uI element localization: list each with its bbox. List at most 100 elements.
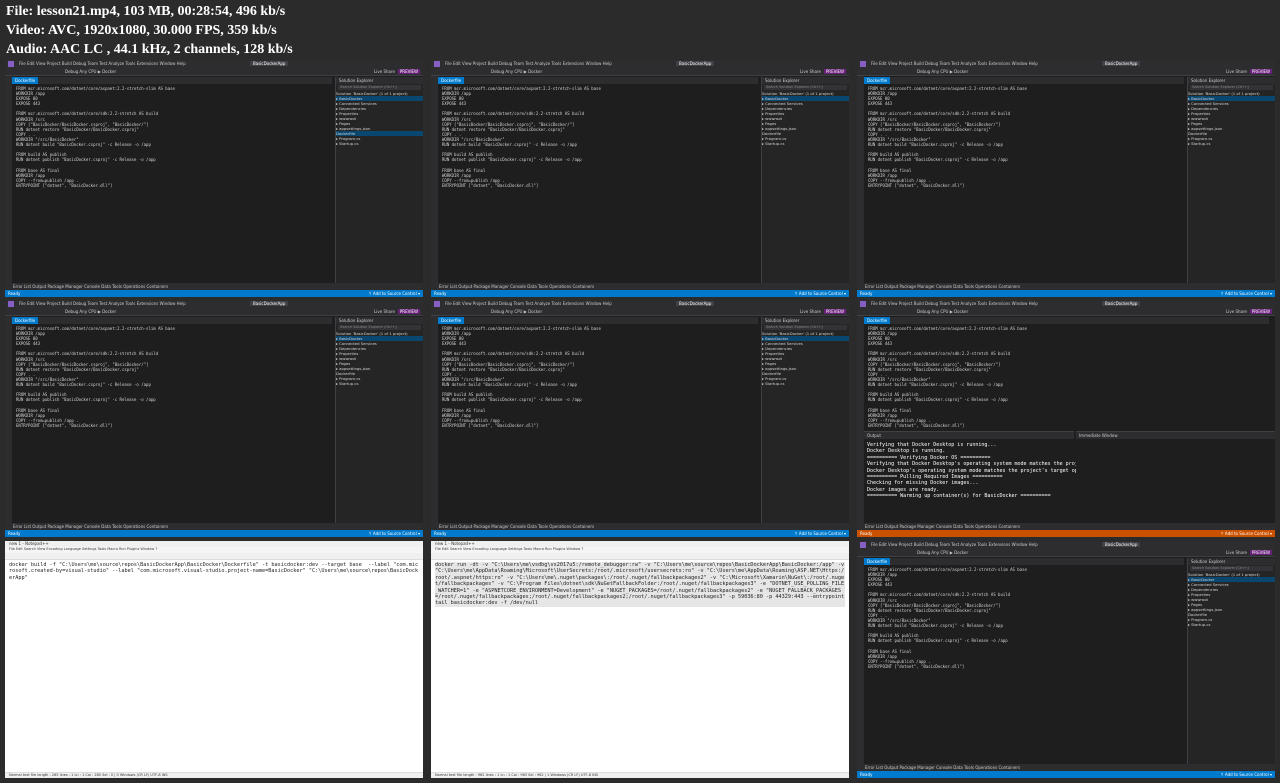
notepad-text[interactable]: docker build -f "C:\Users\me\source\repo… — [9, 562, 419, 581]
title-bar: File Edit View Project Build Debug Team … — [431, 60, 849, 68]
tree-item[interactable]: ▸ Startup.cs — [1188, 622, 1275, 627]
toolbar: Debug Any CPU ▶ Docker Live Share PREVIEW — [857, 308, 1275, 316]
tree-item[interactable]: ▸ Startup.cs — [762, 141, 849, 146]
menu-bar[interactable]: File Edit View Project Build Debug Team … — [871, 542, 1038, 547]
bottom-tab-labels[interactable]: Error List Output Package Manager Consol… — [439, 524, 594, 529]
source-control-button[interactable]: ↑ Add to Source Control ▾ — [1220, 531, 1272, 536]
tab-dockerfile[interactable]: Dockerfile — [12, 317, 39, 324]
code-editor[interactable]: FROM mcr.microsoft.com/dotnet/core/aspne… — [864, 84, 1184, 283]
bottom-tabs: Error List Output Package Manager Consol… — [431, 523, 849, 530]
tab-bar: Dockerfile — [864, 317, 1269, 324]
app-title: BasicDockerApp — [1102, 542, 1141, 547]
solution-search[interactable]: Search Solution Explorer (Ctrl+;) — [338, 325, 421, 330]
solution-explorer-title: Solution Explorer — [762, 77, 849, 84]
thumbnail-1[interactable]: File Edit View Project Build Debug Team … — [5, 60, 423, 297]
thumbnail-9[interactable]: File Edit View Project Build Debug Team … — [857, 541, 1275, 778]
toolbar-debug[interactable]: Debug Any CPU ▶ Docker — [917, 550, 968, 555]
source-control-button[interactable]: ↑ Add to Source Control ▾ — [1220, 291, 1272, 296]
solution-search[interactable]: Search Solution Explorer (Ctrl+;) — [338, 85, 421, 90]
solution-search[interactable]: Search Solution Explorer (Ctrl+;) — [764, 85, 847, 90]
toolbar-debug[interactable]: Debug Any CPU ▶ Docker — [65, 309, 116, 314]
live-share-button[interactable]: Live Share — [1226, 69, 1247, 74]
menu-bar[interactable]: File Edit View Project Build Debug Team … — [19, 301, 186, 306]
live-share-button[interactable]: Live Share — [374, 309, 395, 314]
menu-bar[interactable]: File Edit View Project Build Debug Team … — [871, 301, 1038, 306]
tree-item[interactable]: ▸ Startup.cs — [762, 381, 849, 386]
menu-bar[interactable]: File Edit View Project Build Debug Team … — [19, 61, 186, 66]
bottom-tabs: Error List Output Package Manager Consol… — [5, 523, 423, 530]
tab-dockerfile[interactable]: Dockerfile — [438, 77, 465, 84]
tab-dockerfile[interactable]: Dockerfile — [438, 317, 465, 324]
bottom-tab-labels[interactable]: Error List Output Package Manager Consol… — [865, 765, 1020, 770]
tab-dockerfile[interactable]: Dockerfile — [864, 77, 891, 84]
solution-search[interactable]: Search Solution Explorer (Ctrl+;) — [764, 325, 847, 330]
tab-dockerfile[interactable]: Dockerfile — [864, 317, 891, 324]
code-editor[interactable]: FROM mcr.microsoft.com/dotnet/core/aspne… — [12, 84, 332, 283]
tree-item[interactable]: ▸ Startup.cs — [336, 381, 423, 386]
toolbar-debug[interactable]: Debug Any CPU ▶ Docker — [491, 69, 542, 74]
solution-explorer: Solution Explorer Search Solution Explor… — [1187, 558, 1275, 764]
dockerfile-code: FROM mcr.microsoft.com/dotnet/core/aspne… — [16, 86, 175, 188]
preview-badge: PREVIEW — [1249, 550, 1272, 555]
source-control-button[interactable]: ↑ Add to Source Control ▾ — [368, 291, 420, 296]
bottom-tab-labels[interactable]: Error List Output Package Manager Consol… — [865, 524, 1020, 529]
code-editor[interactable]: FROM mcr.microsoft.com/dotnet/core/aspne… — [438, 84, 758, 283]
notepad-status: Normal text file length : 962 lines : 1 … — [431, 772, 849, 778]
code-editor[interactable]: FROM mcr.microsoft.com/dotnet/core/aspne… — [864, 565, 1184, 764]
status-bar: Ready ↑ Add to Source Control ▾ — [857, 771, 1275, 778]
status-bar: Ready ↑ Add to Source Control ▾ — [431, 530, 849, 537]
thumbnail-6[interactable]: File Edit View Project Build Debug Team … — [857, 300, 1275, 537]
solution-explorer-title: Solution Explorer — [1188, 77, 1275, 84]
bottom-tab-labels[interactable]: Error List Output Package Manager Consol… — [865, 284, 1020, 289]
source-control-button[interactable]: ↑ Add to Source Control ▾ — [794, 291, 846, 296]
solution-search[interactable]: Search Solution Explorer (Ctrl+;) — [1190, 566, 1273, 571]
tab-dockerfile[interactable]: Dockerfile — [12, 77, 39, 84]
live-share-button[interactable]: Live Share — [800, 309, 821, 314]
code-editor[interactable]: FROM mcr.microsoft.com/dotnet/core/aspne… — [864, 324, 1269, 431]
bottom-tab-labels[interactable]: Error List Output Package Manager Consol… — [439, 284, 594, 289]
tab-dockerfile[interactable]: Dockerfile — [864, 558, 891, 565]
side-strip — [431, 316, 438, 523]
source-control-button[interactable]: ↑ Add to Source Control ▾ — [794, 531, 846, 536]
vs-logo-icon — [860, 542, 866, 548]
preview-badge: PREVIEW — [397, 69, 420, 74]
title-bar: File Edit View Project Build Debug Team … — [857, 541, 1275, 549]
tree-item[interactable]: ▸ Startup.cs — [336, 141, 423, 146]
thumbnail-5[interactable]: File Edit View Project Build Debug Team … — [431, 300, 849, 537]
status-bar: Ready ↑ Add to Source Control ▾ — [5, 530, 423, 537]
live-share-button[interactable]: Live Share — [374, 69, 395, 74]
notepad-text[interactable]: docker run -dt -v "C:\Users\me\vsdbg\vs2… — [435, 562, 845, 607]
live-share-button[interactable]: Live Share — [1226, 550, 1247, 555]
output-title: Output — [864, 432, 1074, 439]
source-control-button[interactable]: ↑ Add to Source Control ▾ — [368, 531, 420, 536]
toolbar-debug[interactable]: Debug Any CPU ▶ Docker — [917, 69, 968, 74]
thumbnail-2[interactable]: File Edit View Project Build Debug Team … — [431, 60, 849, 297]
solution-explorer-title: Solution Explorer — [762, 317, 849, 324]
menu-bar[interactable]: File Edit View Project Build Debug Team … — [445, 61, 612, 66]
thumbnail-3[interactable]: File Edit View Project Build Debug Team … — [857, 60, 1275, 297]
bottom-tab-labels[interactable]: Error List Output Package Manager Consol… — [13, 284, 168, 289]
live-share-button[interactable]: Live Share — [1226, 309, 1247, 314]
toolbar-debug[interactable]: Debug Any CPU ▶ Docker — [65, 69, 116, 74]
thumbnail-8-notepad[interactable]: new 1 - Notepad++ File Edit Search View … — [431, 541, 849, 778]
code-editor[interactable]: FROM mcr.microsoft.com/dotnet/core/aspne… — [12, 324, 332, 523]
bottom-tab-labels[interactable]: Error List Output Package Manager Consol… — [13, 524, 168, 529]
app-title: BasicDockerApp — [676, 301, 715, 306]
dockerfile-code: FROM mcr.microsoft.com/dotnet/core/aspne… — [16, 326, 175, 428]
solution-explorer: Solution Explorer Search Solution Explor… — [335, 317, 423, 523]
menu-bar[interactable]: File Edit View Project Build Debug Team … — [871, 61, 1038, 66]
thumbnail-7-notepad[interactable]: new 1 - Notepad++ File Edit Search View … — [5, 541, 423, 778]
toolbar-debug[interactable]: Debug Any CPU ▶ Docker — [491, 309, 542, 314]
solution-explorer: Solution Explorer Search Solution Explor… — [335, 77, 423, 283]
thumbnail-4[interactable]: File Edit View Project Build Debug Team … — [5, 300, 423, 537]
toolbar-debug[interactable]: Debug Any CPU ▶ Docker — [917, 309, 968, 314]
live-share-button[interactable]: Live Share — [800, 69, 821, 74]
bottom-tabs: Error List Output Package Manager Consol… — [431, 283, 849, 290]
code-editor[interactable]: FROM mcr.microsoft.com/dotnet/core/aspne… — [438, 324, 758, 523]
solution-search[interactable]: Search Solution Explorer (Ctrl+;) — [1190, 85, 1273, 90]
menu-bar[interactable]: File Edit View Project Build Debug Team … — [445, 301, 612, 306]
source-control-button[interactable]: ↑ Add to Source Control ▾ — [1220, 772, 1272, 777]
bottom-tabs: Error List Output Package Manager Consol… — [857, 764, 1275, 771]
tree-item[interactable]: ▸ Startup.cs — [1188, 141, 1275, 146]
title-bar: File Edit View Project Build Debug Team … — [431, 300, 849, 308]
